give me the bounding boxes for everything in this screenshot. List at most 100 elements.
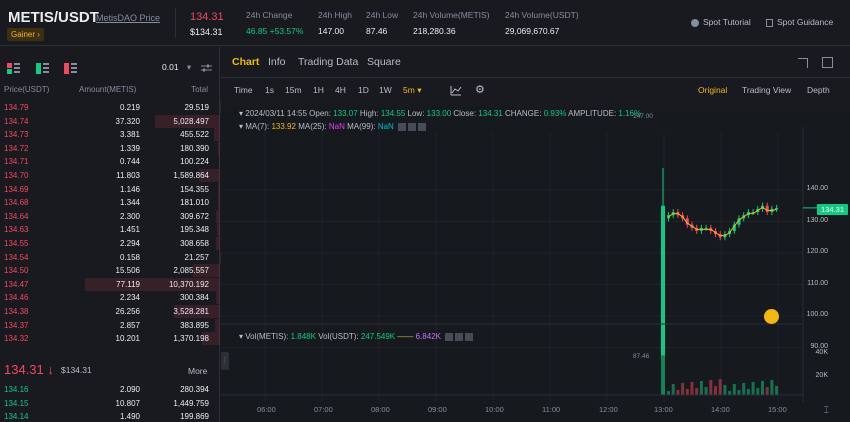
price-column-header: Price(USDT) <box>4 85 50 94</box>
chart-panel: Chart Info Trading Data Square Time 1s 1… <box>221 47 850 422</box>
view-depth[interactable]: Depth <box>807 85 830 95</box>
candle <box>775 207 779 210</box>
stat-24h-high: 24h High 147.00 <box>318 10 353 36</box>
expand-icon[interactable] <box>798 58 808 68</box>
ask-row[interactable]: 134.54 0.158 21.257 <box>0 250 220 264</box>
view-original[interactable]: Original <box>698 85 727 95</box>
ask-price: 134.70 <box>4 171 29 180</box>
bid-row[interactable]: 134.15 10.807 1,449.759 <box>0 397 220 410</box>
total-column-header: Total <box>191 85 208 94</box>
volume-tick: 20K <box>815 372 828 379</box>
bid-row[interactable]: 134.14 1.490 199.869 <box>0 410 220 422</box>
kline-chart[interactable]: ▾ 2024/03/11 14:55 Open: 133.07 High: 13… <box>221 107 850 422</box>
price-tick: 100.00 <box>806 311 828 318</box>
ask-row[interactable]: 134.68 1.344 181.010 <box>0 196 220 210</box>
tick-size-select[interactable]: 0.01 ▾ <box>162 62 191 73</box>
ask-price: 134.71 <box>4 157 29 167</box>
bid-amount: 1.490 <box>119 412 140 422</box>
ask-total: 2,085.557 <box>173 266 209 276</box>
stat-24h-volume-metis: 24h Volume(METIS) 218,280.36 <box>413 10 490 36</box>
tf-1s[interactable]: 1s <box>265 85 274 95</box>
reset-zoom-icon[interactable]: ⌶ <box>824 405 829 416</box>
ask-amount: 1.451 <box>119 225 140 235</box>
gear-icon[interactable]: ⚙ <box>475 83 485 96</box>
ask-total: 180.390 <box>180 143 209 153</box>
time-tick: 06:00 <box>257 405 276 414</box>
volume-tick: 40K <box>815 349 828 356</box>
tf-5m[interactable]: 5m ▾ <box>403 85 421 96</box>
tf-1d[interactable]: 1D <box>358 85 369 95</box>
more-button[interactable]: More <box>188 366 207 376</box>
ask-price: 134.63 <box>4 225 29 235</box>
bid-row[interactable]: 134.16 2.090 280.394 <box>0 383 220 396</box>
ask-amount: 10.201 <box>115 334 140 344</box>
ask-price: 134.73 <box>4 130 29 140</box>
ask-row[interactable]: 134.79 0.219 29.519 <box>0 101 220 114</box>
ask-row[interactable]: 134.74 37.320 5,028.497 <box>0 114 220 128</box>
low-marker: 87.46 <box>633 353 650 360</box>
ask-row[interactable]: 134.64 2.300 309.672 <box>0 209 220 223</box>
tab-trading-data[interactable]: Trading Data <box>298 56 358 68</box>
view-trading-view[interactable]: Trading View <box>742 85 791 95</box>
panel-collapse-handle[interactable]: ⋮ <box>221 352 229 370</box>
asks-only-view-icon[interactable] <box>64 63 77 74</box>
ask-row[interactable]: 134.32 10.201 1,370.198 <box>0 332 220 346</box>
ask-row[interactable]: 134.63 1.451 195.348 <box>0 223 220 237</box>
eye-icon[interactable] <box>445 332 454 341</box>
tf-time[interactable]: Time <box>234 85 253 95</box>
play-circle-icon <box>691 18 699 27</box>
collapse-caret-icon[interactable]: ▾ <box>239 332 243 341</box>
bid-total: 1,449.759 <box>173 398 209 408</box>
grid-layout-icon[interactable] <box>822 57 833 68</box>
bid-amount: 10.807 <box>115 398 140 408</box>
ask-price: 134.74 <box>4 116 29 126</box>
candle <box>765 205 769 213</box>
ask-row[interactable]: 134.50 15.506 2,085.557 <box>0 264 220 278</box>
ask-row[interactable]: 134.69 1.146 154.355 <box>0 182 220 196</box>
ask-row[interactable]: 134.46 2.234 300.384 <box>0 291 220 305</box>
tab-chart[interactable]: Chart <box>232 56 259 68</box>
tab-info[interactable]: Info <box>268 56 286 68</box>
indicator-chart-icon[interactable] <box>450 85 462 96</box>
price-tick: 130.00 <box>806 217 828 224</box>
ask-row[interactable]: 134.73 3.381 455.522 <box>0 128 220 142</box>
volume-bar <box>671 384 675 395</box>
bids-only-view-icon[interactable] <box>36 63 49 74</box>
ask-row[interactable]: 134.47 77.119 10,370.192 <box>0 277 220 291</box>
ask-row[interactable]: 134.72 1.339 180.390 <box>0 141 220 155</box>
ask-row[interactable]: 134.38 26.256 3,528.281 <box>0 305 220 318</box>
document-icon <box>766 18 773 27</box>
settings-icon[interactable] <box>455 332 464 341</box>
ask-amount: 1.344 <box>119 198 140 208</box>
tf-1w[interactable]: 1W <box>379 85 392 95</box>
time-tick: 13:00 <box>654 405 673 414</box>
ask-total: 383.895 <box>180 320 209 330</box>
ask-amount: 1.339 <box>119 143 140 153</box>
volume-bar <box>728 391 732 395</box>
depth-bar <box>217 141 220 155</box>
tf-1h[interactable]: 1H <box>313 85 324 95</box>
both-sides-view-icon[interactable] <box>7 63 20 74</box>
pair-price-link[interactable]: MetisDAO Price <box>96 13 160 23</box>
stat-24h-low: 24h Low 87.46 <box>366 10 399 36</box>
volume-readout: ▾ Vol(METIS): 1.848K Vol(USDT): 247.549K… <box>239 332 474 341</box>
time-tick: 08:00 <box>371 405 390 414</box>
gainer-tag[interactable]: Gainer › <box>7 28 44 41</box>
volume-bar <box>765 387 769 395</box>
ask-row[interactable]: 134.55 2.294 308.658 <box>0 237 220 250</box>
tf-4h[interactable]: 4H <box>335 85 346 95</box>
tab-square[interactable]: Square <box>367 56 401 68</box>
tf-15m[interactable]: 15m <box>285 85 302 95</box>
notification-bell-icon[interactable] <box>764 309 779 324</box>
ask-row[interactable]: 134.71 0.744 100.224 <box>0 155 220 169</box>
ask-row[interactable]: 134.37 2.857 383.895 <box>0 318 220 332</box>
close-icon[interactable] <box>465 332 474 341</box>
volume-bar <box>770 380 774 395</box>
volume-bar <box>737 390 741 395</box>
price-tick: 110.00 <box>807 280 828 287</box>
sliders-settings-icon[interactable] <box>201 63 212 73</box>
spot-tutorial-link[interactable]: Spot Tutorial <box>691 17 751 27</box>
ask-row[interactable]: 134.70 11.803 1,589.864 <box>0 169 220 182</box>
ask-price: 134.64 <box>4 211 29 221</box>
spot-guidance-link[interactable]: Spot Guidance <box>766 17 833 27</box>
